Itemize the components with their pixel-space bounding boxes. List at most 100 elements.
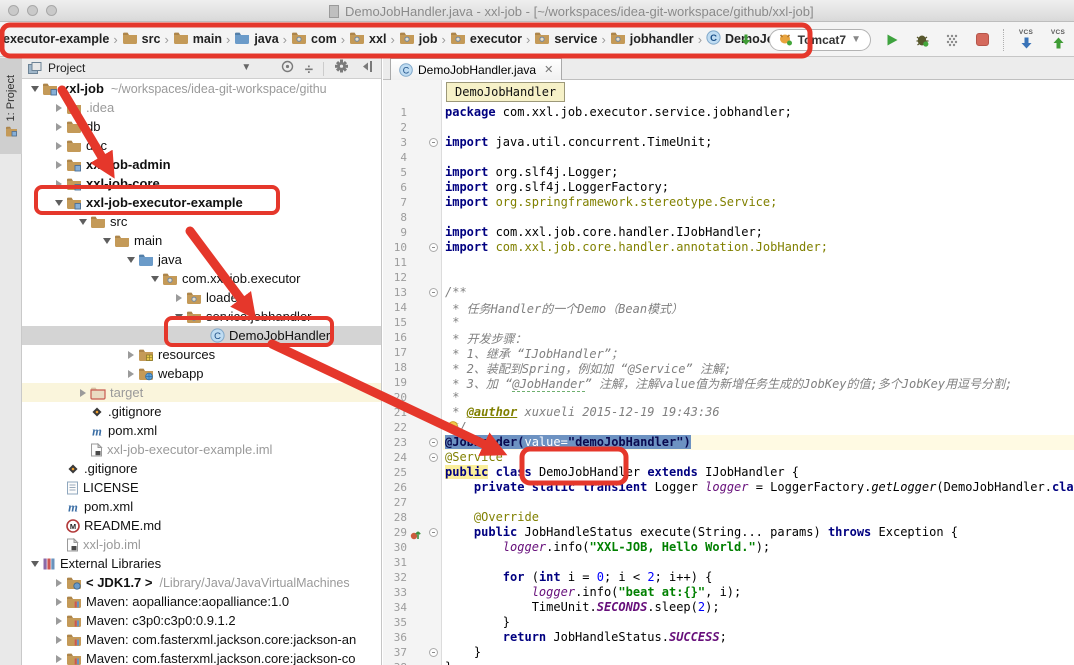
code-line-3[interactable]: 3import java.util.concurrent.TimeUnit; <box>383 135 1074 150</box>
expand-arrow-icon[interactable] <box>52 142 65 150</box>
code-line-26[interactable]: 26 private static transient Logger logge… <box>383 480 1074 495</box>
fold-marker-icon[interactable] <box>429 138 438 147</box>
tree-item-src[interactable]: src <box>22 212 381 231</box>
tree-item-target[interactable]: target <box>22 383 381 402</box>
tree-item-jdk1-7[interactable]: < JDK1.7 >/Library/Java/JavaVirtualMachi… <box>22 573 381 592</box>
expand-arrow-icon[interactable] <box>172 314 185 320</box>
code-line-13[interactable]: 13/** <box>383 285 1074 300</box>
code-line-30[interactable]: 30 logger.info("XXL-JOB, Hello World."); <box>383 540 1074 555</box>
code-line-27[interactable]: 27 <box>383 495 1074 510</box>
tree-item-pom-xml[interactable]: mpom.xml <box>22 497 381 516</box>
breadcrumb-item-service[interactable]: service <box>534 31 597 48</box>
breadcrumb-item-executor-example[interactable]: executor-example <box>3 32 109 46</box>
tree-item-service-jobhandler[interactable]: service.jobhandler <box>22 307 381 326</box>
code-line-31[interactable]: 31 <box>383 555 1074 570</box>
code-line-15[interactable]: 15 * <box>383 315 1074 330</box>
locate-icon[interactable] <box>280 59 295 79</box>
tree-item-main[interactable]: main <box>22 231 381 250</box>
expand-arrow-icon[interactable] <box>52 636 65 644</box>
tree-item-xxl-job-admin[interactable]: xxl-job-admin <box>22 155 381 174</box>
code-line-7[interactable]: 7import org.springframework.stereotype.S… <box>383 195 1074 210</box>
breadcrumb-item-main[interactable]: main <box>173 31 222 48</box>
minimize-window-icon[interactable] <box>27 5 38 16</box>
tree-item-xxl-job-executor-example-iml[interactable]: xxl-job-executor-example.iml <box>22 440 381 459</box>
code-line-6[interactable]: 6import org.slf4j.LoggerFactory; <box>383 180 1074 195</box>
expand-arrow-icon[interactable] <box>124 370 137 378</box>
tree-item-license[interactable]: LICENSE <box>22 478 381 497</box>
expand-arrow-icon[interactable] <box>28 86 41 92</box>
tree-item-java[interactable]: java <box>22 250 381 269</box>
tree-item-idea[interactable]: .idea <box>22 98 381 117</box>
vcs-commit-button[interactable]: VCS <box>1048 30 1068 50</box>
fold-marker-icon[interactable] <box>429 648 438 657</box>
code-line-4[interactable]: 4 <box>383 150 1074 165</box>
stop-button[interactable] <box>973 30 991 50</box>
code-line-11[interactable]: 11 <box>383 255 1074 270</box>
code-line-18[interactable]: 18 * 2、装配到Spring，例如加 “@Service” 注解; <box>383 360 1074 375</box>
breadcrumb-item-com[interactable]: com <box>291 31 337 48</box>
code-line-9[interactable]: 9import com.xxl.job.core.handler.IJobHan… <box>383 225 1074 240</box>
tree-item-external-libraries[interactable]: External Libraries <box>22 554 381 573</box>
tree-item-readme-md[interactable]: MREADME.md <box>22 516 381 535</box>
code-line-37[interactable]: 37 } <box>383 645 1074 660</box>
tree-item-maven-com-fasterxml-jackson-core-jackson-an[interactable]: Maven: com.fasterxml.jackson.core:jackso… <box>22 630 381 649</box>
code-line-19[interactable]: 19 * 3、加 “@JobHander” 注解，注解value值为新增任务生成… <box>383 375 1074 390</box>
project-panel-header[interactable]: Project ▼ ÷ <box>22 57 381 79</box>
code-line-10[interactable]: 10import com.xxl.job.core.handler.annota… <box>383 240 1074 255</box>
editor-tab[interactable]: C DemoJobHandler.java ✕ <box>390 58 562 80</box>
tree-item-db[interactable]: db <box>22 117 381 136</box>
expand-arrow-icon[interactable] <box>52 579 65 587</box>
tree-item-pom-xml[interactable]: mpom.xml <box>22 421 381 440</box>
code-line-21[interactable]: 21 * @author xuxueli 2015-12-19 19:43:36 <box>383 405 1074 420</box>
vcs-update-button[interactable]: VCS <box>1016 30 1036 50</box>
expand-arrow-icon[interactable] <box>52 617 65 625</box>
code-line-14[interactable]: 14 * 任务Handler的一个Demo（Bean模式） <box>383 300 1074 315</box>
code-line-25[interactable]: 25public class DemoJobHandler extends IJ… <box>383 465 1074 480</box>
expand-arrow-icon[interactable] <box>52 655 65 663</box>
tree-item-loader[interactable]: loader <box>22 288 381 307</box>
expand-arrow-icon[interactable] <box>76 219 89 225</box>
tree-item-com-xxl-job-executor[interactable]: com.xxl.job.executor <box>22 269 381 288</box>
code-line-5[interactable]: 5import org.slf4j.Logger; <box>383 165 1074 180</box>
breadcrumb-item-executor[interactable]: executor <box>450 31 522 48</box>
code-line-38[interactable]: 38} <box>383 660 1074 665</box>
breadcrumb-item-xxl[interactable]: xxl <box>349 31 386 48</box>
project-tool-window-button[interactable]: 1: Project <box>0 58 22 154</box>
code-line-16[interactable]: 16 * 开发步骤： <box>383 330 1074 345</box>
breadcrumb-item-jobhandler[interactable]: jobhandler <box>610 31 694 48</box>
code-line-22[interactable]: 22 */ <box>383 420 1074 435</box>
expand-arrow-icon[interactable] <box>52 123 65 131</box>
breadcrumb-item-job[interactable]: job <box>399 31 438 48</box>
code-line-23[interactable]: 23@JobHander(value="demoJobHandler") <box>383 435 1074 450</box>
run-configuration-selector[interactable]: Tomcat7 ▼ <box>769 29 871 51</box>
code-line-29[interactable]: 29 public JobHandleStatus execute(String… <box>383 525 1074 540</box>
expand-arrow-icon[interactable] <box>124 351 137 359</box>
code-area[interactable]: DemoJobHandler 1package com.xxl.job.exec… <box>383 80 1074 665</box>
fold-marker-icon[interactable] <box>429 453 438 462</box>
expand-arrow-icon[interactable] <box>52 104 65 112</box>
fold-marker-icon[interactable] <box>429 288 438 297</box>
code-line-32[interactable]: 32 for (int i = 0; i < 2; i++) { <box>383 570 1074 585</box>
code-line-1[interactable]: 1package com.xxl.job.executor.service.jo… <box>383 105 1074 120</box>
hide-panel-icon[interactable] <box>360 60 373 78</box>
tree-item-maven-c3p0-c3p0-0-9-1-2[interactable]: Maven: c3p0:c3p0:0.9.1.2 <box>22 611 381 630</box>
expand-arrow-icon[interactable] <box>76 389 89 397</box>
override-method-icon[interactable] <box>410 527 421 545</box>
tree-item-gitignore[interactable]: .gitignore <box>22 402 381 421</box>
code-line-12[interactable]: 12 <box>383 270 1074 285</box>
expand-arrow-icon[interactable] <box>52 200 65 206</box>
fold-marker-icon[interactable] <box>429 528 438 537</box>
tree-item-webapp[interactable]: webapp <box>22 364 381 383</box>
navigate-down-icon[interactable] <box>737 30 755 50</box>
expand-arrow-icon[interactable] <box>52 180 65 188</box>
code-line-35[interactable]: 35 } <box>383 615 1074 630</box>
code-line-34[interactable]: 34 TimeUnit.SECONDS.sleep(2); <box>383 600 1074 615</box>
breadcrumb-item-java[interactable]: java <box>234 31 278 48</box>
expand-arrow-icon[interactable] <box>28 561 41 567</box>
split-icon[interactable]: ÷ <box>305 61 313 78</box>
fold-marker-icon[interactable] <box>429 438 438 447</box>
code-line-20[interactable]: 20 * <box>383 390 1074 405</box>
code-line-33[interactable]: 33 logger.info("beat at:{}", i); <box>383 585 1074 600</box>
expand-arrow-icon[interactable] <box>148 276 161 282</box>
code-line-17[interactable]: 17 * 1、继承 “IJobHandler”； <box>383 345 1074 360</box>
